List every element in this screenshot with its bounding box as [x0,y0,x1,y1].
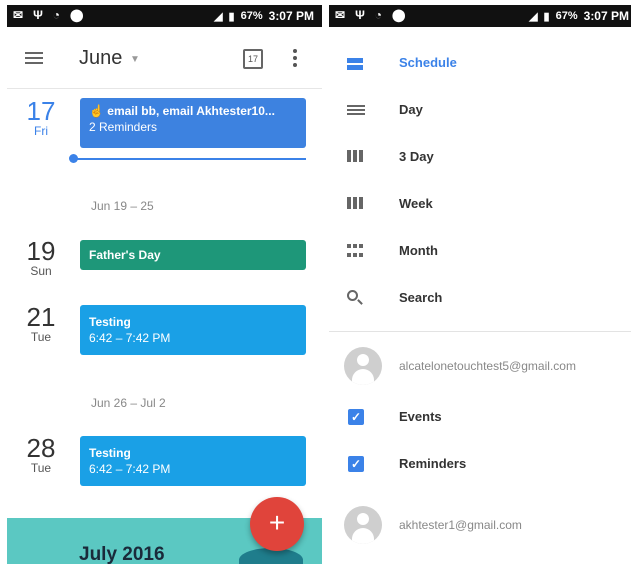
battery-percent: 67% [240,10,263,22]
nav-item-week[interactable]: Week [329,181,631,228]
calendar-toggle-events[interactable]: ✓ Events [329,394,631,441]
avatar [344,506,382,544]
create-event-button[interactable]: + [250,497,304,551]
event-subtitle: 2 Reminders [89,120,158,134]
today-calendar-icon[interactable]: 17 [243,49,263,69]
menu-icon[interactable] [25,52,43,64]
caret-down-icon[interactable]: ▼ [130,54,140,65]
signal-icon: ◢ [214,10,223,23]
account-email: akhtester1@gmail.com [399,518,522,532]
event-fathers-day[interactable]: Father's Day [80,240,306,270]
event-title: Father's Day [89,248,161,262]
reminder-icon: ☝ [89,104,108,118]
checkbox-checked-icon[interactable]: ✓ [348,409,364,425]
nav-item-label: Schedule [399,55,457,70]
nav-item-day[interactable]: Day [329,87,631,134]
day-weekday: Fri [34,124,48,138]
event-title: Testing [89,315,131,329]
nav-item-label: Day [399,102,423,117]
android-icon: ⬤ [392,8,406,22]
calendar-label: Reminders [399,456,467,471]
event-testing[interactable]: Testing 6:42 – 7:42 PM [80,305,306,355]
nav-item-label: Month [399,243,438,258]
battery-icon: ▮ [228,10,235,23]
month-banner-title: July 2016 [79,544,165,564]
event-testing[interactable]: Testing 6:42 – 7:42 PM [80,436,306,486]
mail-icon: ✉ [335,8,346,22]
month-selector[interactable]: June [79,47,122,70]
wifi-icon: ◔ [374,8,383,22]
day-number: 21 [26,302,56,332]
overflow-menu-icon[interactable] [293,49,297,67]
usb-icon: Ψ [355,8,365,22]
account-row[interactable]: akhtester1@gmail.com [329,494,631,554]
event-time: 6:42 – 7:42 PM [89,462,171,476]
clock: 3:07 PM [268,9,314,23]
current-time-dot [69,154,78,163]
calendar-toggle-reminders[interactable]: ✓ Reminders [329,441,631,488]
wifi-icon: ◔ [52,8,61,22]
android-icon: ⬤ [70,8,84,22]
day-number: 17 [26,96,56,126]
day-weekday: Tue [30,330,52,344]
week-icon [347,197,365,213]
schedule-screen: ✉ Ψ ◔ ⬤ ◢ ▮ 67% 3:07 PM June ▼ 17 17 Fri… [7,0,322,564]
nav-item-label: Week [399,196,433,211]
day-weekday: Tue [30,461,52,475]
usb-icon: Ψ [33,8,43,22]
nav-item-schedule[interactable]: Schedule [329,40,631,87]
signal-icon: ◢ [529,10,538,23]
status-bar: ✉ Ψ ◔ ⬤ ◢ ▮ 67% 3:07 PM [7,5,322,27]
navigation-drawer: ✉ Ψ ◔ ⬤ ◢ ▮ 67% 3:07 PM Schedule Day 3 D… [329,0,631,564]
avatar [344,347,382,385]
search-icon [347,290,358,301]
event-title: email bb, email Akhtester10... [107,104,275,118]
account-email: alcatelonetouchtest5@gmail.com [399,359,576,373]
drawer-divider [329,331,631,332]
checkbox-checked-icon[interactable]: ✓ [348,456,364,472]
day-icon [347,105,365,115]
event-title: Testing [89,446,131,460]
event-time: 6:42 – 7:42 PM [89,331,171,345]
nav-item-label: 3 Day [399,149,434,164]
app-bar: June ▼ 17 [7,27,322,89]
day-number: 19 [26,236,56,266]
mail-icon: ✉ [13,8,24,22]
week-range-label: Jun 26 – Jul 2 [91,396,166,410]
week-range-label: Jun 19 – 25 [91,199,154,213]
nav-item-3-day[interactable]: 3 Day [329,134,631,181]
battery-percent: 67% [555,10,578,22]
schedule-icon [347,56,365,72]
day-weekday: Sun [30,264,52,278]
event-reminders[interactable]: ☝ email bb, email Akhtester10... 2 Remin… [80,98,306,148]
month-icon [347,244,365,260]
three-day-icon [347,150,365,166]
status-bar: ✉ Ψ ◔ ⬤ ◢ ▮ 67% 3:07 PM [329,5,631,27]
account-row[interactable]: alcatelonetouchtest5@gmail.com [329,335,631,395]
nav-item-month[interactable]: Month [329,228,631,275]
clock: 3:07 PM [583,9,629,23]
calendar-label: Events [399,409,442,424]
day-number: 28 [26,433,56,463]
nav-item-search[interactable]: Search [329,275,631,322]
current-time-line [74,158,306,160]
nav-item-label: Search [399,290,443,305]
battery-icon: ▮ [543,10,550,23]
